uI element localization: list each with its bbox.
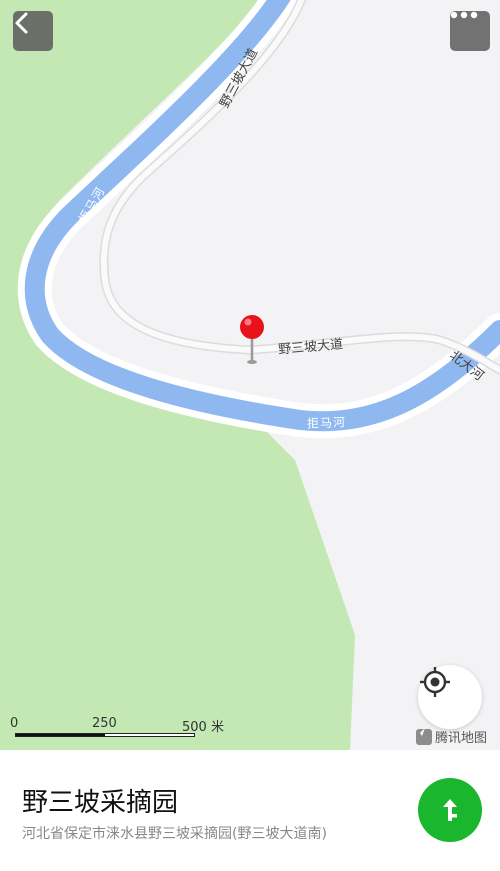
place-address: 河北省保定市涞水县野三坡采摘园(野三坡大道南) xyxy=(22,826,327,842)
place-name: 野三坡采摘园 xyxy=(22,788,179,818)
map-view[interactable]: 野三坡大道 野三坡大道 北大河 拒马河 拒马河 0 250 500 米 腾讯地图 xyxy=(0,0,500,750)
scale-bar-line xyxy=(15,733,195,737)
scale-bar-fill xyxy=(16,734,105,736)
attribution-text: 腾讯地图 xyxy=(435,731,488,746)
tencent-map-logo-icon xyxy=(416,728,432,745)
scale-tick-250: 250 xyxy=(92,716,117,731)
map-attribution: 腾讯地图 xyxy=(416,727,487,746)
chevron-left-icon xyxy=(15,12,28,34)
navigate-button[interactable] xyxy=(418,778,482,842)
locate-button[interactable] xyxy=(418,665,482,729)
scale-bar: 0 250 500 米 xyxy=(10,716,230,744)
navigation-arrow-icon xyxy=(443,799,457,821)
back-button[interactable] xyxy=(13,11,53,51)
place-info-panel: 野三坡采摘园 河北省保定市涞水县野三坡采摘园(野三坡大道南) xyxy=(0,750,500,871)
pin-highlight xyxy=(244,318,252,326)
locate-crosshair-icon xyxy=(420,667,450,697)
map-canvas[interactable] xyxy=(0,0,500,750)
scale-tick-0: 0 xyxy=(10,716,19,731)
more-button[interactable] xyxy=(450,11,490,51)
pin-head xyxy=(240,315,264,339)
ellipsis-icon xyxy=(450,11,478,19)
map-pin-marker[interactable] xyxy=(240,315,264,364)
river-label-bottom: 拒马河 xyxy=(306,415,347,431)
